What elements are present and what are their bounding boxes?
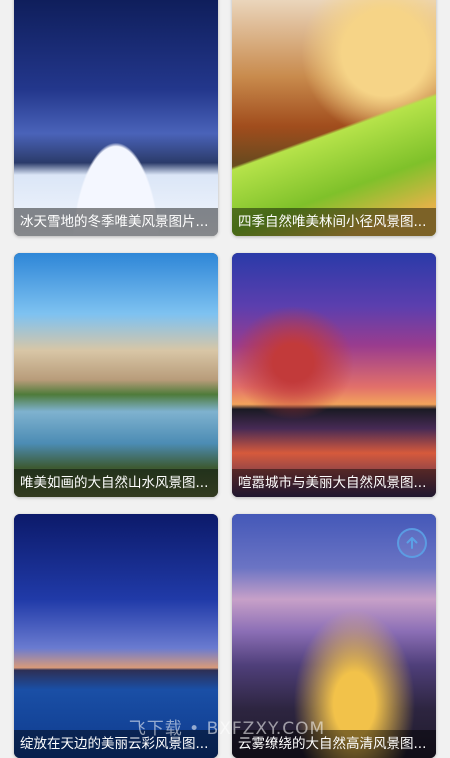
- wallpaper-caption: 绽放在天边的美丽云彩风景图...: [14, 730, 218, 758]
- wallpaper-card-mountain-lake[interactable]: 唯美如画的大自然山水风景图...: [14, 253, 218, 497]
- wallpaper-caption: 四季自然唯美林间小径风景图...: [232, 208, 436, 236]
- wallpaper-image: [14, 253, 218, 497]
- wallpaper-caption: 云雾缭绕的大自然高清风景图...: [232, 730, 436, 758]
- wallpaper-card-clouds[interactable]: 绽放在天边的美丽云彩风景图...: [14, 514, 218, 758]
- wallpaper-image: [14, 514, 218, 758]
- wallpaper-caption: 唯美如画的大自然山水风景图...: [14, 469, 218, 497]
- wallpaper-image: [232, 0, 436, 236]
- scroll-to-top-button[interactable]: [397, 528, 427, 558]
- arrow-up-circle-icon: [406, 537, 418, 549]
- wallpaper-card-winter[interactable]: 冰天雪地的冬季唯美风景图片...: [14, 0, 218, 236]
- wallpaper-caption: 冰天雪地的冬季唯美风景图片...: [14, 208, 218, 236]
- wallpaper-caption: 喧嚣城市与美丽大自然风景图...: [232, 469, 436, 497]
- wallpaper-image: [14, 0, 218, 236]
- wallpaper-grid: 冰天雪地的冬季唯美风景图片... 四季自然唯美林间小径风景图... 唯美如画的大…: [0, 0, 450, 758]
- wallpaper-card-autumn[interactable]: 四季自然唯美林间小径风景图...: [232, 0, 436, 236]
- wallpaper-card-city-sunset[interactable]: 喧嚣城市与美丽大自然风景图...: [232, 253, 436, 497]
- wallpaper-image: [232, 253, 436, 497]
